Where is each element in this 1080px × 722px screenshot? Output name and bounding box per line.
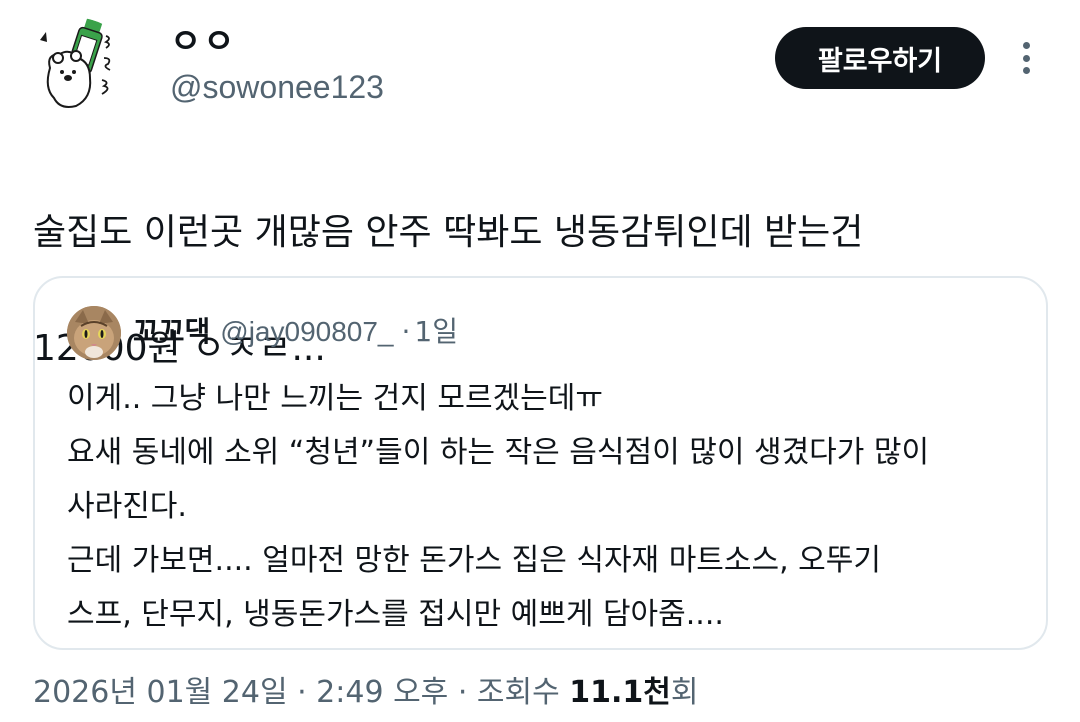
more-dot [1022, 54, 1030, 62]
author-display-name[interactable]: ㅇㅇ [170, 24, 237, 60]
author-handle[interactable]: @sowonee123 [170, 68, 384, 106]
quoted-tweet-card[interactable]: 꼬꼬댁 @jay090807_ · 1일 이게.. 그냥 나만 느끼는 건지 모르겠는… [33, 276, 1048, 650]
quoted-text-line: 요새 동네에 소위 “청년”들이 하는 작은 음식점이 많이 생겼다가 많이 [67, 435, 930, 470]
quoted-tweet-text: 이게.. 그냥 나만 느끼는 건지 모르겠는데ㅠ 요새 동네에 소위 “청년”들… [67, 372, 1037, 642]
tweet-meta: 2026년 01월 24일 · 2:49 오후 · 조회수 11.1천회 [33, 668, 698, 718]
cat-avatar-icon [67, 306, 121, 360]
quoted-tweet-time[interactable]: 1일 [414, 315, 458, 348]
quoted-text-line: 이게.. 그냥 나만 느끼는 건지 모르겠는데ㅠ [67, 381, 603, 416]
quoted-text-line: 사라진다. [67, 489, 187, 524]
separator-dot: · [401, 315, 411, 348]
quoted-tweet-header: 꼬꼬댁 @jay090807_ · 1일 [133, 312, 458, 352]
quoted-author-name[interactable]: 꼬꼬댁 [133, 315, 210, 348]
quoted-author-handle[interactable]: @jay090807_ [220, 316, 393, 347]
views-count: 11.1천 [569, 675, 671, 710]
avatar-illustration [30, 18, 128, 116]
more-dot [1022, 67, 1030, 74]
follow-button[interactable]: 팔로우하기 [775, 27, 985, 89]
more-dot [1022, 42, 1030, 49]
more-vertical-icon[interactable] [1008, 38, 1044, 78]
profile-avatar[interactable] [30, 18, 128, 116]
quoted-author-avatar [67, 306, 121, 360]
tweet-text-line: 술집도 이런곳 개많음 안주 딱봐도 냉동감튀인데 받는건 [33, 212, 864, 253]
views-suffix: 회 [670, 675, 699, 710]
quoted-text-line: 스프, 단무지, 냉동돈가스를 접시만 예쁘게 담아줌.... [67, 597, 724, 632]
quoted-text-line: 근데 가보면.... 얼마전 망한 돈가스 집은 식자재 마트소스, 오뚜기 [67, 543, 881, 578]
tweet-timestamp[interactable]: 2026년 01월 24일 · 2:49 오후 · 조회수 [33, 675, 569, 710]
